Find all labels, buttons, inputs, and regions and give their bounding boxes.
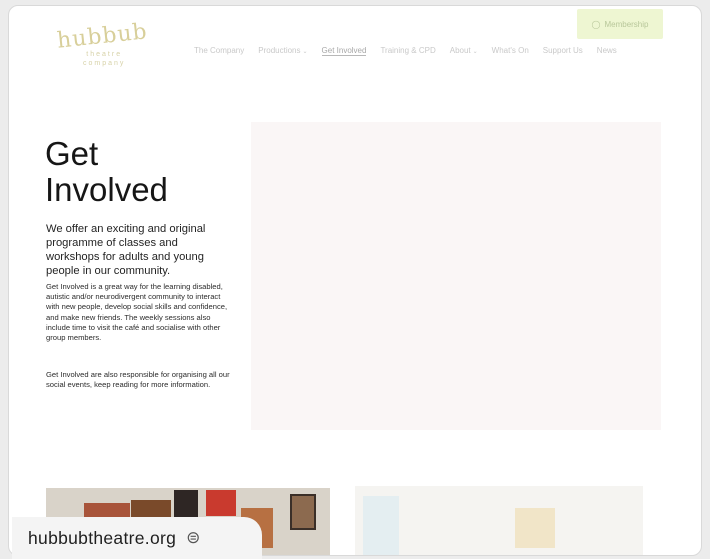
room-photo[interactable] — [355, 486, 643, 555]
site-url: hubbubtheatre.org — [28, 527, 177, 548]
url-pill[interactable]: hubbubtheatre.org ⊜ — [12, 517, 262, 559]
nav-item-training-cpd[interactable]: Training & CPD — [380, 46, 435, 56]
hero-image — [251, 122, 661, 430]
nav-label: Get Involved — [321, 46, 367, 55]
logo-sub-line2: company — [83, 60, 126, 67]
nav-item-the-company[interactable]: The Company — [194, 46, 244, 56]
nav-label: Training & CPD — [380, 46, 436, 55]
link-icon: ⊜ — [186, 528, 201, 547]
logo-sub-line1: theatre — [86, 51, 123, 58]
window — [515, 508, 555, 548]
chevron-down-icon: ⌄ — [472, 49, 478, 55]
nav-label: News — [596, 46, 617, 55]
nav-item-whats-on[interactable]: What's On — [492, 46, 529, 56]
nav-item-about[interactable]: About ⌄ — [450, 46, 478, 56]
nav-label: Support Us — [542, 46, 583, 55]
intro-paragraph: Get Involved is a great way for the lear… — [46, 282, 228, 343]
artwork — [206, 490, 236, 516]
page-title: Get Involved — [45, 136, 245, 208]
nav-label: What's On — [491, 46, 529, 55]
page-title-line2: Involved — [45, 171, 168, 208]
social-events-paragraph: Get Involved are also responsible for or… — [46, 370, 230, 390]
nav-label: Productions — [258, 46, 301, 55]
intro-lead: We offer an exciting and original progra… — [46, 223, 206, 277]
page-title-line1: Get — [45, 135, 99, 172]
nav-item-get-involved[interactable]: Get Involved — [321, 46, 367, 56]
logo-word: hubbub — [55, 19, 149, 54]
membership-label: Membership — [604, 19, 649, 29]
artwork — [290, 494, 316, 530]
membership-button[interactable]: ◯ Membership — [577, 9, 663, 39]
nav-label: The Company — [194, 46, 245, 55]
user-icon: ◯ — [591, 19, 601, 29]
nav-item-productions[interactable]: Productions ⌄ — [258, 46, 307, 56]
nav-item-support-us[interactable]: Support Us — [543, 46, 583, 56]
window — [363, 496, 399, 555]
logo-subtitle: theatre company — [83, 50, 125, 68]
site-logo[interactable]: hubbub theatre company — [53, 19, 153, 76]
main-nav: The Company Productions ⌄ Get Involved Tr… — [194, 46, 617, 56]
nav-item-news[interactable]: News — [597, 46, 617, 56]
nav-label: About — [449, 46, 471, 55]
chevron-down-icon: ⌄ — [302, 49, 308, 55]
browser-page: hubbub theatre company ◯ Membership The … — [8, 5, 702, 556]
